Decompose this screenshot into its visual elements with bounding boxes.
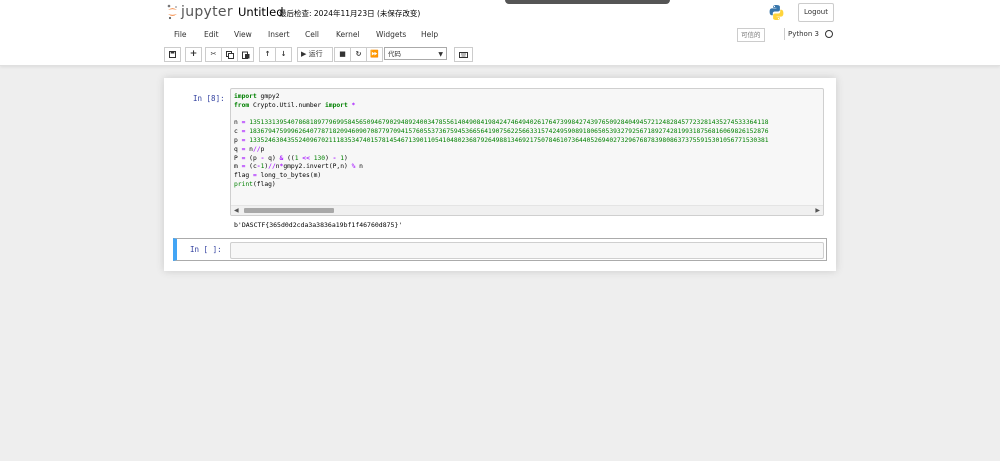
refresh-icon: ↻ [355, 50, 362, 58]
jupyter-logo-text: jupyter [181, 4, 233, 20]
cut-button[interactable]: ✂ [205, 47, 222, 62]
kernel-idle-icon [825, 30, 833, 38]
menu-edit[interactable]: Edit [204, 30, 219, 39]
code-line: P = (p - q) & ((1 << 130) - 1) [234, 154, 348, 162]
stop-icon: ■ [339, 50, 346, 58]
code-line: from Crypto.Util.number import * [234, 101, 356, 109]
notebook-header: jupyter Untitled 最后检查: 2024年11月23日 (未保存改… [0, 0, 1000, 66]
cell-output: b'DASCTF{365d0d2cda3a3836a19bf1f46760d87… [234, 221, 403, 229]
logout-button[interactable]: Logout [798, 3, 834, 22]
play-icon: ▶ [301, 50, 307, 58]
menu-widgets[interactable]: Widgets [376, 30, 406, 39]
interrupt-button[interactable]: ■ [334, 47, 351, 62]
move-up-button[interactable]: ↑ [259, 47, 276, 62]
scrollbar-thumb[interactable] [244, 208, 334, 213]
restart-run-all-button[interactable]: ⏩ [366, 47, 383, 62]
code-line: c = 183679475999626407787182094609070877… [234, 128, 769, 136]
copy-button[interactable] [221, 47, 238, 62]
insert-cell-button[interactable]: + [185, 47, 202, 62]
menu-help[interactable]: Help [421, 30, 438, 39]
jupyter-logo-icon [167, 4, 177, 20]
code-text: import gmpy2 from Crypto.Util.number imp… [234, 93, 769, 190]
header: jupyter Untitled 最后检查: 2024年11月23日 (未保存改… [0, 0, 1000, 26]
menubar: File Edit View Insert Cell Kernel Widget… [164, 27, 836, 43]
save-button[interactable] [164, 47, 181, 62]
save-icon [169, 51, 176, 58]
cell-type-value: 代码 [388, 50, 401, 58]
paste-button[interactable] [237, 47, 254, 62]
code-line: m = (c-1)//n*gmpy2.invert(P,n) % n [234, 163, 363, 171]
menu-view[interactable]: View [234, 30, 252, 39]
kernel-separator [784, 28, 785, 40]
fast-forward-icon: ⏩ [370, 50, 379, 58]
input-prompt: In [8]: [193, 94, 225, 103]
move-down-button[interactable]: ↓ [275, 47, 292, 62]
copy-icon [225, 51, 234, 59]
plus-icon: + [189, 49, 198, 59]
command-palette-button[interactable] [454, 47, 473, 62]
code-line: p = 133524630435524096702111835347401578… [234, 136, 769, 144]
selected-code-cell[interactable]: In [ ]: [173, 238, 827, 261]
checkpoint-status: 最后检查: 2024年11月23日 (未保存改变) [279, 9, 421, 18]
code-line: flag = long_to_bytes(m) [234, 172, 322, 180]
horizontal-scrollbar[interactable]: ◀ ▶ [231, 205, 823, 215]
cell-type-select[interactable]: 代码 ▼ [384, 47, 447, 60]
kernel-name[interactable]: Python 3 [788, 30, 819, 38]
notebook-title[interactable]: Untitled [238, 5, 284, 19]
code-line: q = n//p [234, 145, 265, 153]
code-line: n = 135133139540786818977969958456509467… [234, 119, 769, 127]
menu-file[interactable]: File [174, 30, 187, 39]
code-editor[interactable]: import gmpy2 from Crypto.Util.number imp… [230, 88, 824, 216]
code-line: import gmpy2 [234, 93, 280, 100]
restart-button[interactable]: ↻ [350, 47, 367, 62]
code-line: print(flag) [234, 180, 276, 188]
menu-insert[interactable]: Insert [268, 30, 290, 39]
notebook-container: In [8]: import gmpy2 from Crypto.Util.nu… [164, 78, 836, 271]
arrow-up-icon: ↑ [264, 50, 271, 58]
jupyter-logo[interactable]: jupyter [167, 3, 233, 21]
menu-cell[interactable]: Cell [305, 30, 319, 39]
empty-code-editor[interactable] [230, 242, 824, 259]
run-label: 运行 [308, 50, 323, 58]
input-prompt-empty: In [ ]: [190, 245, 222, 254]
scissors-icon: ✂ [210, 50, 217, 58]
paste-icon [241, 51, 249, 59]
python-logo-icon [769, 5, 784, 20]
run-button[interactable]: ▶ 运行 [297, 47, 333, 62]
keyboard-icon [459, 51, 468, 58]
arrow-down-icon: ↓ [280, 50, 287, 58]
toolbar: + ✂ ↑ ↓ ▶ 运行 ■ ↻ ⏩ 代码 ▼ [164, 47, 836, 62]
scroll-left-icon[interactable]: ◀ [234, 207, 239, 214]
trusted-indicator[interactable]: 可信的 [737, 28, 765, 42]
chevron-down-icon: ▼ [438, 51, 443, 58]
code-cell[interactable]: In [8]: import gmpy2 from Crypto.Util.nu… [164, 86, 836, 240]
scroll-right-icon[interactable]: ▶ [815, 207, 820, 214]
menu-kernel[interactable]: Kernel [336, 30, 360, 39]
